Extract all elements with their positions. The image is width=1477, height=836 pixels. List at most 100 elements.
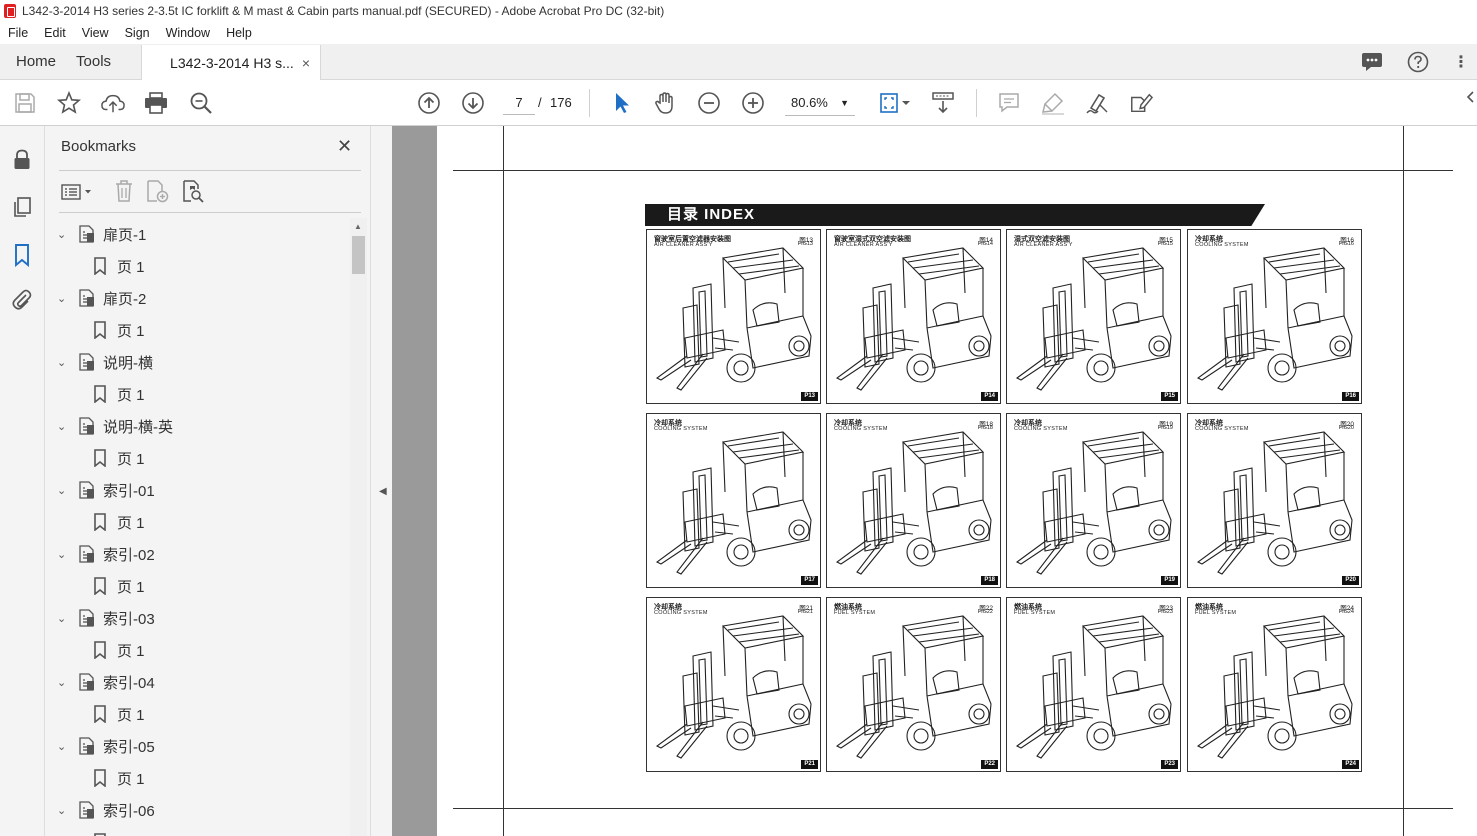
- page-tag: P23: [1161, 760, 1178, 769]
- lock-icon[interactable]: [11, 148, 33, 170]
- chevron-down-icon[interactable]: ⌄: [57, 548, 71, 561]
- menu-sign[interactable]: Sign: [117, 26, 158, 40]
- crop-mark: [503, 126, 504, 836]
- main-toolbar: [0, 80, 1477, 126]
- bookmark-child-item[interactable]: 页 1: [45, 442, 145, 474]
- zoom-level-select[interactable]: 80.6% ▼: [785, 90, 855, 116]
- bookmark-item[interactable]: ⌄ 说明-横-英: [45, 410, 173, 442]
- tab-bar: Home Tools L342-3-2014 H3 s... × ⋮: [0, 44, 1477, 80]
- page-number-input[interactable]: 7: [503, 91, 535, 115]
- bookmark-child-item[interactable]: 页 1: [45, 698, 145, 730]
- toolbar-divider: [976, 89, 977, 117]
- zoom-in-icon[interactable]: [741, 91, 765, 115]
- menu-window[interactable]: Window: [158, 26, 218, 40]
- figure-number-en: FIG14: [977, 241, 993, 247]
- scrollbar-thumb[interactable]: [352, 236, 365, 274]
- chevron-down-icon[interactable]: ⌄: [57, 740, 71, 753]
- bookmark-item[interactable]: ⌄ 索引-06: [45, 794, 155, 826]
- title-bar: L342-3-2014 H3 series 2-3.5t IC forklift…: [0, 0, 1477, 22]
- figure-caption-en: COOLING SYSTEM: [834, 426, 888, 432]
- figure-number-en: FIG21: [797, 609, 813, 615]
- new-bookmark-icon[interactable]: [145, 179, 169, 203]
- bookmark-child-item[interactable]: 页 1: [45, 378, 145, 410]
- figure-thumbnail: 冷却系统 COOLING SYSTEM 图21 FIG21 P21: [646, 597, 821, 772]
- print-icon[interactable]: [144, 91, 168, 115]
- bookmark-item[interactable]: ⌄ 扉页-1: [45, 218, 146, 250]
- bookmark-item[interactable]: ⌄ 索引-04: [45, 666, 155, 698]
- comment-icon[interactable]: [1361, 52, 1383, 72]
- previous-page-icon[interactable]: [417, 91, 441, 115]
- bookmark-label: 索引-06: [103, 802, 155, 820]
- bookmarks-panel-icon[interactable]: [11, 243, 33, 268]
- chevron-down-icon[interactable]: ⌄: [57, 612, 71, 625]
- bookmark-child-item[interactable]: 页 1: [45, 570, 145, 602]
- bookmark-icon: [93, 513, 107, 532]
- close-panel-icon[interactable]: ✕: [337, 136, 352, 157]
- chevron-down-icon[interactable]: ⌄: [57, 804, 71, 817]
- chevron-down-icon[interactable]: ⌄: [57, 228, 71, 241]
- next-page-icon[interactable]: [461, 91, 485, 115]
- page-thumbnails-icon[interactable]: [11, 196, 33, 218]
- zoom-search-icon[interactable]: [189, 91, 213, 115]
- tab-home[interactable]: Home: [0, 44, 72, 79]
- menu-file[interactable]: File: [0, 26, 36, 40]
- panel-splitter[interactable]: ◀: [370, 126, 392, 836]
- bookmark-child-item[interactable]: 页 1: [45, 250, 145, 282]
- chevron-down-icon[interactable]: ⌄: [57, 676, 71, 689]
- figure-number-en: FIG16: [1338, 241, 1354, 247]
- bookmark-child-item[interactable]: 页 1: [45, 506, 145, 538]
- scroll-mode-icon[interactable]: [931, 91, 955, 115]
- find-bookmark-icon[interactable]: [181, 179, 205, 203]
- page-bookmark-icon: [79, 737, 95, 755]
- menu-help[interactable]: Help: [218, 26, 260, 40]
- zoom-out-icon[interactable]: [697, 91, 721, 115]
- figure-thumbnail: 冷却系统 COOLING SYSTEM 图19 FIG19 P19: [1006, 413, 1181, 588]
- tab-close-icon[interactable]: ×: [302, 55, 310, 71]
- bookmark-item[interactable]: ⌄ 索引-02: [45, 538, 155, 570]
- tab-document[interactable]: L342-3-2014 H3 s... ×: [141, 45, 322, 80]
- document-viewport[interactable]: 目录 INDEX 窗驶室后置空滤器安装图 AIR CLEANER ASS'Y 图13…: [392, 126, 1477, 836]
- help-icon[interactable]: [1407, 51, 1429, 73]
- chevron-down-icon[interactable]: ⌄: [57, 292, 71, 305]
- attachments-paperclip-icon[interactable]: [11, 289, 33, 311]
- page-bookmark-icon: [79, 609, 95, 627]
- bookmark-star-icon[interactable]: [57, 91, 81, 115]
- collapse-panel-icon[interactable]: ◀: [379, 486, 387, 497]
- tab-tools[interactable]: Tools: [72, 44, 127, 79]
- edit-pdf-icon[interactable]: [1129, 91, 1153, 115]
- fit-page-icon[interactable]: [878, 91, 914, 115]
- bookmark-child-item[interactable]: 页 1: [45, 826, 145, 836]
- sign-pen-icon[interactable]: [1085, 91, 1109, 115]
- bookmark-item[interactable]: ⌄ 说明-横: [45, 346, 153, 378]
- highlight-icon[interactable]: [1041, 91, 1065, 115]
- bookmark-label: 索引-03: [103, 610, 155, 628]
- bookmark-item[interactable]: ⌄ 索引-05: [45, 730, 155, 762]
- page-tag: P16: [1342, 392, 1359, 401]
- chevron-down-icon[interactable]: ⌄: [57, 420, 71, 433]
- hand-tool-icon[interactable]: [653, 91, 677, 115]
- add-comment-icon[interactable]: [997, 91, 1021, 115]
- upload-cloud-icon[interactable]: [101, 91, 125, 115]
- bookmark-item[interactable]: ⌄ 索引-01: [45, 474, 155, 506]
- select-pointer-icon[interactable]: [609, 91, 633, 115]
- collapse-toolbar-icon[interactable]: [1465, 90, 1477, 126]
- bookmark-child-item[interactable]: 页 1: [45, 762, 145, 794]
- menu-view[interactable]: View: [74, 26, 117, 40]
- bookmark-label: 说明-横-英: [103, 418, 173, 436]
- menu-edit[interactable]: Edit: [36, 26, 74, 40]
- chevron-down-icon[interactable]: ⌄: [57, 484, 71, 497]
- bookmark-item[interactable]: ⌄ 扉页-2: [45, 282, 146, 314]
- bookmark-child-label: 页 1: [117, 322, 145, 340]
- bookmark-item[interactable]: ⌄ 索引-03: [45, 602, 155, 634]
- crop-mark: [453, 170, 1453, 171]
- page-bookmark-icon: [79, 225, 95, 243]
- delete-bookmark-icon[interactable]: [113, 179, 135, 203]
- scroll-up-icon[interactable]: ▲: [354, 222, 362, 231]
- bookmark-child-item[interactable]: 页 1: [45, 314, 145, 346]
- save-icon[interactable]: [13, 91, 37, 115]
- options-menu-icon[interactable]: [61, 182, 95, 202]
- bookmarks-scrollbar[interactable]: ▲: [350, 218, 367, 836]
- overflow-menu-icon[interactable]: ⋮: [1453, 52, 1469, 72]
- chevron-down-icon[interactable]: ⌄: [57, 356, 71, 369]
- bookmark-child-item[interactable]: 页 1: [45, 634, 145, 666]
